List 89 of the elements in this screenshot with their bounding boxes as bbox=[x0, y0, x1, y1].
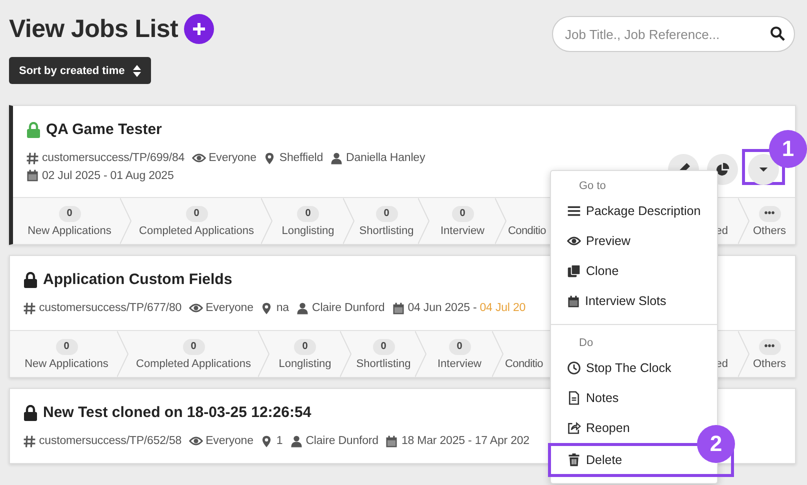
step-badge: 2 bbox=[697, 425, 735, 463]
count-badge: 0 bbox=[452, 206, 474, 222]
location-text: Sheffield bbox=[279, 152, 324, 164]
hash-icon bbox=[23, 434, 36, 448]
menu-item[interactable]: Stop The Clock bbox=[567, 353, 676, 383]
count-badge: 0 bbox=[182, 338, 204, 354]
count-badge: 0 bbox=[186, 206, 208, 222]
count-badge: 0 bbox=[294, 338, 316, 354]
document-icon bbox=[567, 391, 581, 405]
menu-item[interactable]: Delete bbox=[567, 445, 626, 475]
job-reference: customersuccess/TP/652/58 bbox=[39, 435, 182, 447]
pie-chart-icon bbox=[715, 162, 730, 177]
count-badge: 0 bbox=[448, 338, 470, 354]
count-badge: 0 bbox=[372, 338, 394, 354]
list-icon bbox=[567, 204, 581, 218]
dropdown-button[interactable] bbox=[748, 154, 779, 185]
sort-icon bbox=[132, 64, 141, 76]
count-badge: 0 bbox=[58, 206, 80, 222]
eye-icon bbox=[188, 301, 203, 315]
stage-label[interactable]: New Applications bbox=[24, 358, 108, 370]
job-title[interactable]: New Test cloned on 18-03-25 12:26:54 bbox=[43, 404, 312, 421]
stage-label[interactable]: Others bbox=[752, 224, 786, 236]
stage-label[interactable]: Interview bbox=[440, 224, 485, 236]
stage-label[interactable]: Shortlisting bbox=[359, 224, 414, 236]
menu-item[interactable]: Clone bbox=[567, 256, 623, 286]
person-icon bbox=[296, 302, 309, 314]
menu-heading: Do bbox=[578, 336, 594, 351]
location-pin-icon bbox=[263, 152, 276, 164]
menu-item[interactable]: Preview bbox=[567, 226, 634, 256]
stage-label[interactable]: Conditio bbox=[508, 224, 546, 236]
eye-icon bbox=[192, 151, 206, 165]
visibility-text: Everyone bbox=[206, 302, 254, 314]
job-reference: customersuccess/TP/677/80 bbox=[39, 302, 182, 314]
job-title[interactable]: QA Game Tester bbox=[46, 121, 162, 138]
calendar-icon bbox=[26, 169, 39, 182]
location-text: na bbox=[276, 302, 289, 314]
hash-icon bbox=[23, 302, 36, 314]
menu-heading: Go to bbox=[578, 179, 607, 194]
plus-icon bbox=[191, 21, 208, 37]
stage-label[interactable]: Interview bbox=[437, 358, 482, 370]
menu-item[interactable]: Interview Slots bbox=[567, 286, 670, 316]
owner-name: Claire Dunford bbox=[312, 302, 385, 314]
search-field[interactable]: Job Title., Job Reference... bbox=[552, 16, 795, 52]
job-title[interactable]: Application Custom Fields bbox=[43, 271, 232, 288]
sort-button[interactable]: Sort by created time bbox=[9, 57, 151, 84]
clock-icon bbox=[567, 361, 581, 375]
stage-label[interactable]: Completed Applications bbox=[136, 358, 251, 370]
add-job-button[interactable] bbox=[184, 14, 214, 44]
stage-label[interactable]: Conditio bbox=[505, 358, 543, 370]
calendar-icon bbox=[385, 434, 398, 448]
date-range: 02 Jul 2025 - 01 Aug 2025 bbox=[42, 170, 174, 182]
calendar-icon bbox=[567, 294, 580, 308]
visibility-text: Everyone bbox=[206, 435, 254, 447]
menu-item[interactable]: Reopen bbox=[567, 413, 634, 443]
trash-icon bbox=[567, 453, 581, 467]
owner-name: Daniella Hanley bbox=[346, 152, 426, 164]
location-text: 1 bbox=[276, 435, 283, 447]
date-range: 18 Mar 2025 - 17 Apr 202 bbox=[401, 435, 530, 447]
stage-label[interactable]: Shortlisting bbox=[356, 358, 411, 370]
count-badge: ••• bbox=[758, 338, 780, 354]
owner-name: Claire Dunford bbox=[306, 435, 378, 447]
copy-icon bbox=[567, 264, 581, 278]
date-range: 04 Jun 2025 - bbox=[408, 302, 477, 314]
eye-icon bbox=[188, 434, 203, 448]
hash-icon bbox=[26, 152, 39, 164]
person-icon bbox=[330, 152, 344, 164]
share-icon bbox=[567, 421, 581, 435]
end-date: 04 Jul 20 bbox=[480, 302, 526, 314]
step-badge: 1 bbox=[769, 130, 807, 168]
calendar-icon bbox=[392, 302, 405, 314]
menu-item[interactable]: Package Description bbox=[567, 196, 705, 226]
page-title: View Jobs List bbox=[9, 14, 178, 44]
count-badge: ••• bbox=[758, 206, 780, 222]
count-badge: 0 bbox=[376, 206, 398, 222]
stage-label[interactable]: Longlisting bbox=[278, 358, 332, 370]
visibility-text: Everyone bbox=[208, 152, 256, 164]
stage-label[interactable]: Completed Applications bbox=[139, 224, 254, 236]
stage-label[interactable]: Longlisting bbox=[282, 224, 334, 236]
stage-label[interactable]: New Applications bbox=[28, 224, 112, 236]
count-badge: 0 bbox=[56, 338, 78, 354]
eye-icon bbox=[567, 234, 581, 248]
stage-label[interactable]: Others bbox=[752, 358, 786, 370]
location-pin-icon bbox=[260, 302, 274, 314]
job-reference: customersuccess/TP/699/84 bbox=[42, 152, 185, 164]
search-icon[interactable] bbox=[770, 26, 785, 41]
count-badge: 0 bbox=[297, 206, 319, 222]
person-icon bbox=[290, 434, 303, 448]
menu-item[interactable]: Notes bbox=[567, 383, 623, 413]
location-pin-icon bbox=[260, 434, 274, 448]
